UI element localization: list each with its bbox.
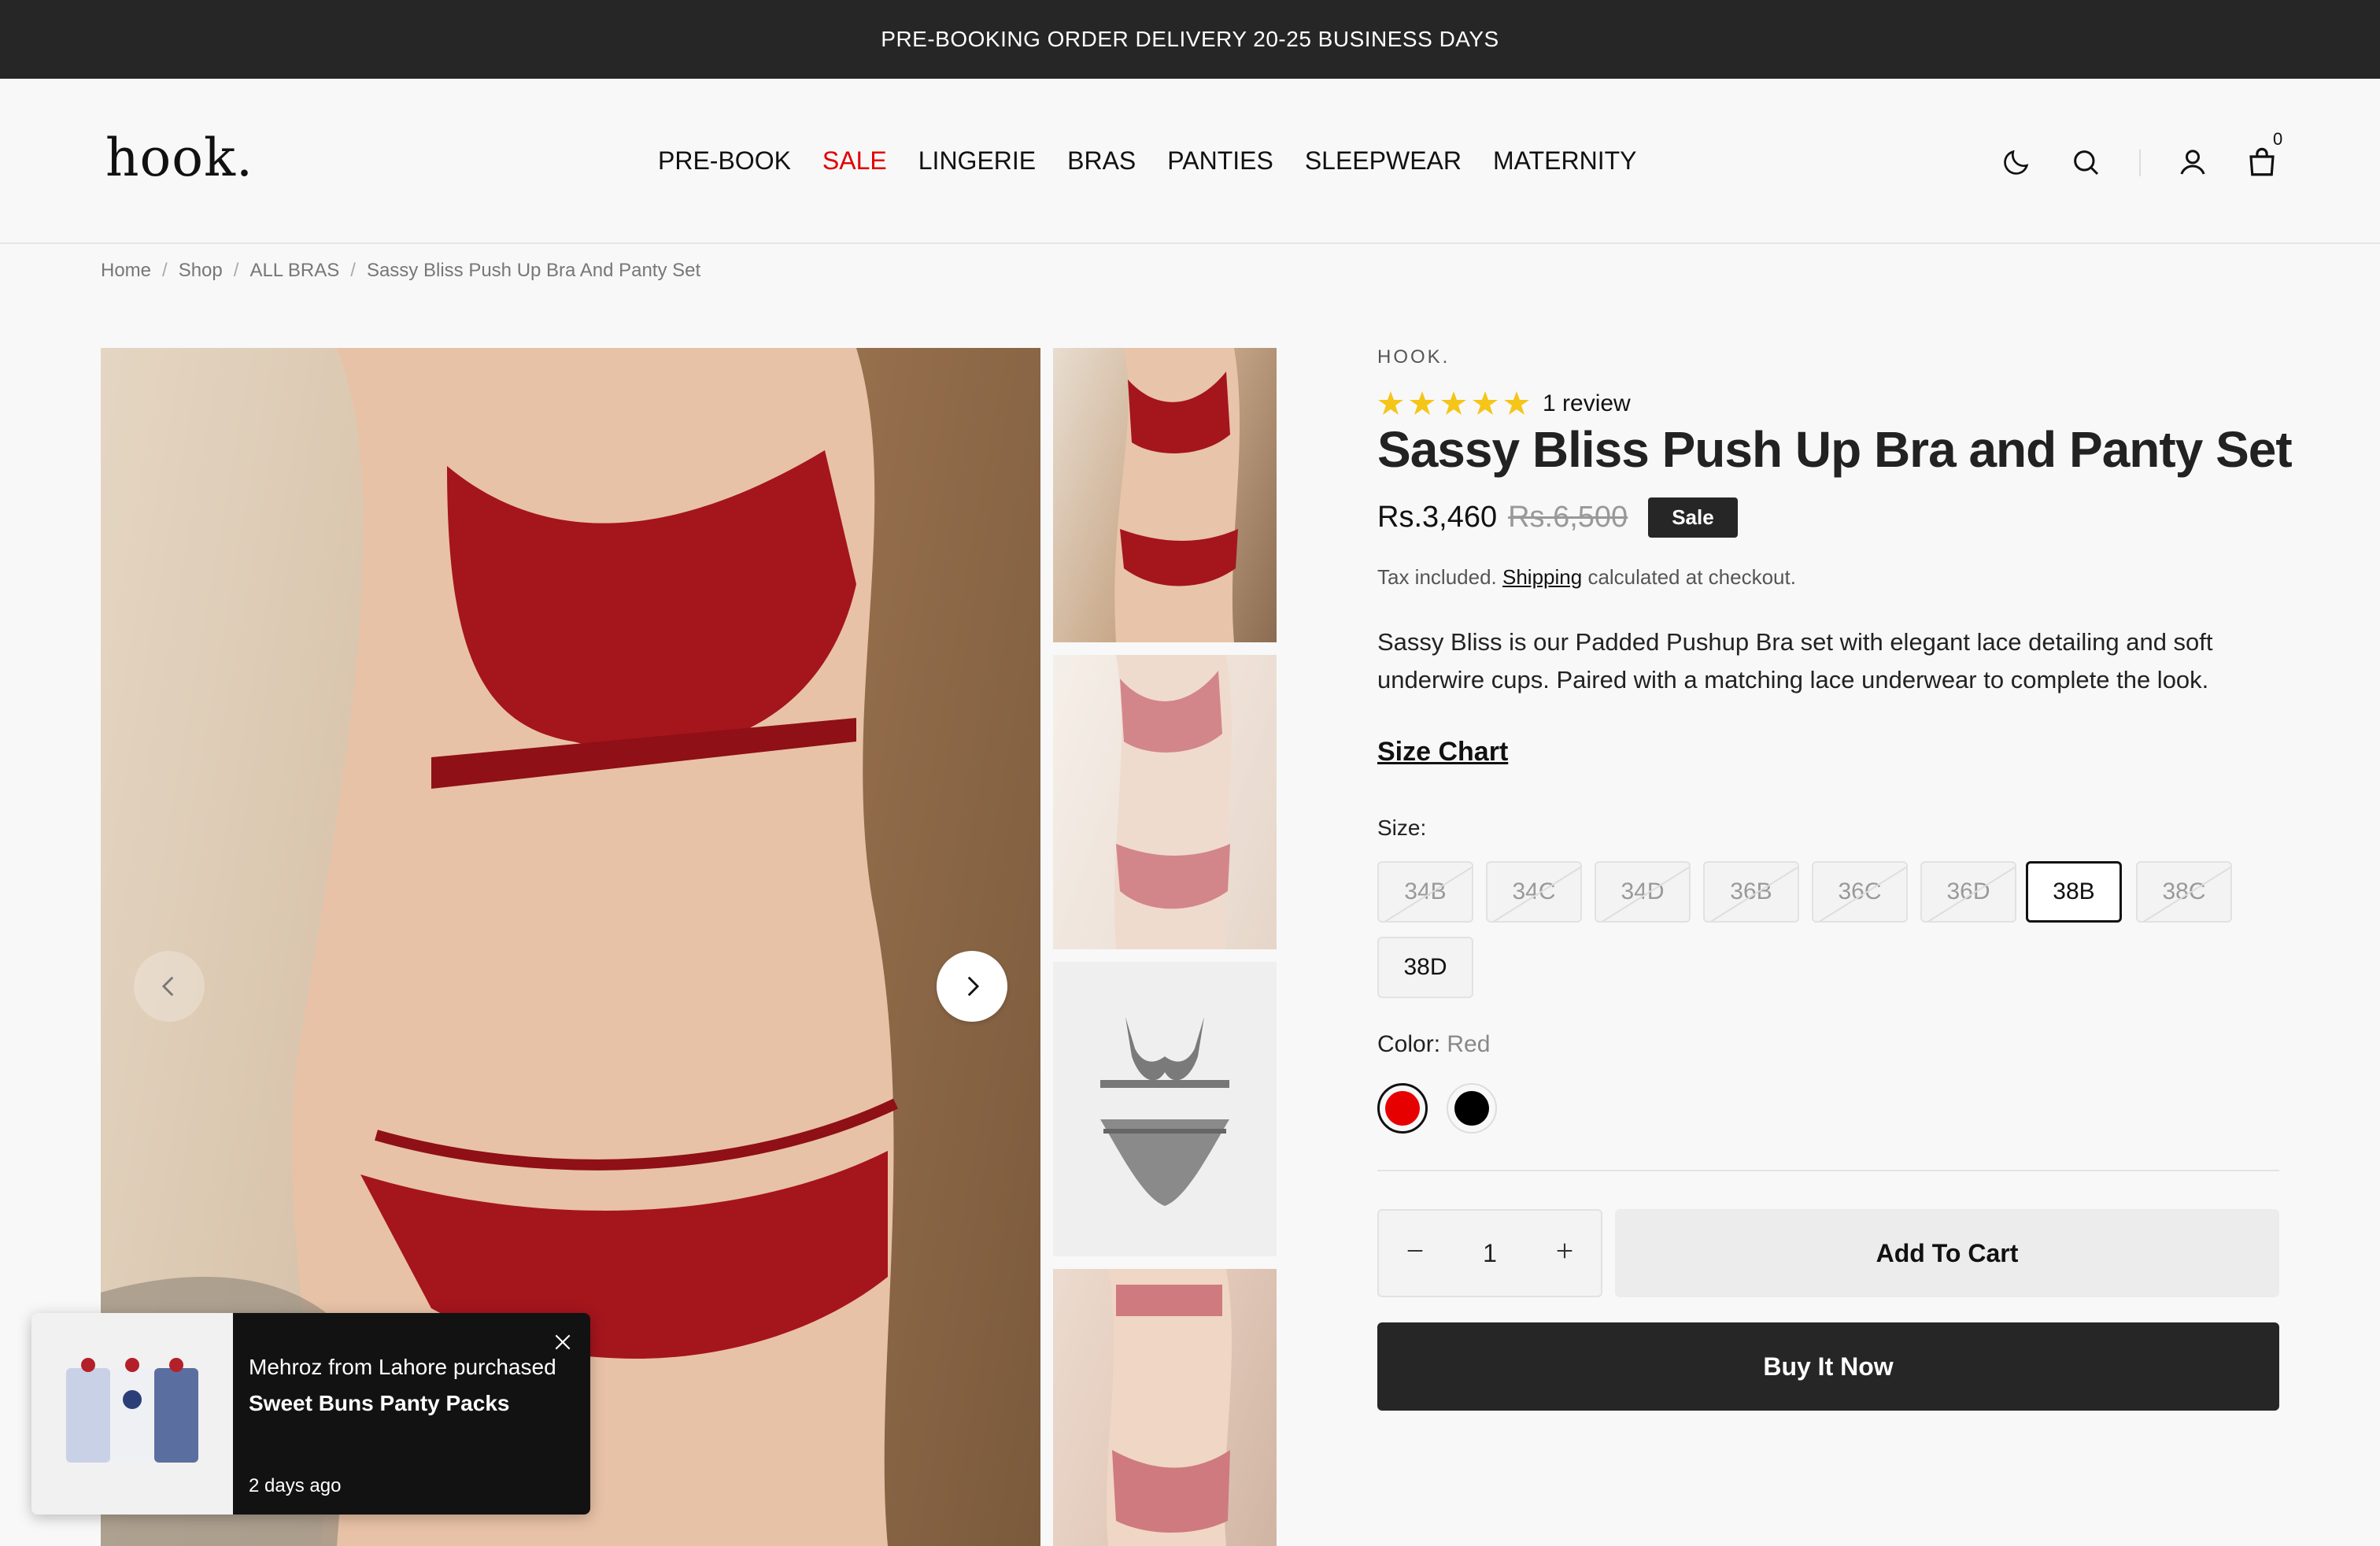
star-rating-icon (1378, 391, 1529, 415)
product-info: HOOK. 1 review Sassy Bliss Push Up Bra a… (1377, 346, 2293, 1411)
increase-qty-button[interactable] (1554, 1239, 1576, 1268)
quantity-stepper: 1 (1377, 1209, 1602, 1297)
product-rating[interactable]: 1 review (1377, 390, 1631, 417)
size-option-36d[interactable]: 36D (1920, 861, 2016, 923)
close-icon[interactable] (549, 1329, 576, 1356)
popup-line-1: Mehroz from Lahore purchased (249, 1355, 556, 1379)
thumbnail-overlay (1053, 1269, 1277, 1546)
search-icon[interactable] (2064, 140, 2108, 184)
popup-timestamp: 2 days ago (249, 1475, 342, 1496)
prev-image-button[interactable] (134, 951, 205, 1022)
decrease-qty-button[interactable] (1404, 1239, 1426, 1268)
thumbnail-3[interactable] (1053, 962, 1277, 1256)
thumbnail-2[interactable] (1053, 655, 1277, 949)
thumbnail-overlay (1053, 655, 1277, 949)
nav-prebook[interactable]: PRE-BOOK (658, 146, 791, 176)
breadcrumb-separator: / (350, 260, 356, 281)
size-label: Size: (1377, 816, 1427, 840)
size-option-36c[interactable]: 36C (1812, 861, 1908, 923)
color-label-text: Color: (1377, 1031, 1441, 1057)
size-option-34b[interactable]: 34B (1377, 861, 1473, 923)
size-option-38b[interactable]: 38B (2026, 861, 2122, 923)
breadcrumb-category[interactable]: ALL BRAS (249, 260, 339, 282)
shipping-link[interactable]: Shipping (1502, 565, 1582, 589)
size-option-34d[interactable]: 34D (1595, 861, 1691, 923)
thumbnail-photo (1114, 348, 1240, 642)
breadcrumb-home[interactable]: Home (101, 260, 151, 282)
product-flatlay-photo (1100, 1017, 1229, 1206)
popup-message: Mehroz from Lahore purchased Sweet Buns … (249, 1349, 575, 1422)
breadcrumb-current: Sassy Bliss Push Up Bra And Panty Set (366, 260, 701, 281)
tax-prefix: Tax included. (1377, 565, 1497, 589)
popup-product-name[interactable]: Sweet Buns Panty Packs (249, 1385, 575, 1422)
sale-badge: Sale (1648, 497, 1738, 538)
popup-body: Mehroz from Lahore purchased Sweet Buns … (233, 1313, 590, 1515)
compare-price: Rs.6,500 (1508, 501, 1628, 534)
account-icon[interactable] (2171, 140, 2215, 184)
size-chart-link[interactable]: Size Chart (1377, 737, 1508, 767)
price-row: Rs.3,460 Rs.6,500 Sale (1377, 497, 1738, 538)
color-label: Color: Red (1377, 1031, 1490, 1058)
breadcrumb-separator: / (233, 260, 239, 281)
buy-now-button[interactable]: Buy It Now (1377, 1322, 2279, 1411)
nav-sale[interactable]: SALE (822, 146, 887, 176)
next-image-button[interactable] (937, 951, 1007, 1022)
popup-product-image (31, 1313, 233, 1515)
add-to-cart-button[interactable]: Add To Cart (1615, 1209, 2279, 1297)
theme-moon-icon[interactable] (1994, 140, 2038, 184)
product-title: Sassy Bliss Push Up Bra and Panty Set (1377, 421, 2293, 478)
main-nav: PRE-BOOK SALE LINGERIE BRAS PANTIES SLEE… (658, 146, 1637, 176)
nav-bras[interactable]: BRAS (1067, 146, 1136, 176)
logo[interactable]: hook. (105, 128, 253, 188)
site-header: hook. PRE-BOOK SALE LINGERIE BRAS PANTIE… (0, 79, 2380, 244)
plus-icon (1557, 1243, 1572, 1258)
sale-price: Rs.3,460 (1377, 501, 1498, 534)
size-option-36b[interactable]: 36B (1703, 861, 1799, 923)
header-icons: 0 (1994, 129, 2286, 184)
review-count[interactable]: 1 review (1543, 390, 1631, 417)
tax-suffix: calculated at checkout. (1587, 565, 1796, 589)
thumbnail-4[interactable] (1053, 1269, 1277, 1546)
swatch-dot (1385, 1091, 1420, 1126)
panty-pack-photo (66, 1358, 198, 1463)
announcement-text: PRE-BOOKING ORDER DELIVERY 20-25 BUSINES… (881, 27, 1499, 51)
thumbnail-1[interactable] (1053, 348, 1277, 642)
product-vendor[interactable]: HOOK. (1377, 346, 2279, 368)
nav-sleepwear[interactable]: SLEEPWEAR (1305, 146, 1462, 176)
size-option-34c[interactable]: 34C (1486, 861, 1582, 923)
recent-purchase-popup[interactable]: Mehroz from Lahore purchased Sweet Buns … (31, 1313, 590, 1515)
size-option-38c[interactable]: 38C (2136, 861, 2232, 923)
divider (1377, 1170, 2279, 1171)
nav-lingerie[interactable]: LINGERIE (918, 146, 1036, 176)
breadcrumb-shop[interactable]: Shop (179, 260, 223, 282)
color-swatch-black[interactable] (1447, 1083, 1497, 1134)
header-divider (2139, 150, 2141, 176)
product-description: Sassy Bliss is our Padded Pushup Bra set… (1377, 628, 2213, 693)
color-value: Red (1447, 1031, 1491, 1057)
minus-icon (1407, 1249, 1423, 1252)
breadcrumb-separator: / (162, 260, 168, 281)
color-swatch-red[interactable] (1377, 1083, 1428, 1134)
tax-note: Tax included. Shipping calculated at che… (1377, 565, 1796, 590)
quantity-value[interactable]: 1 (1483, 1239, 1497, 1268)
swatch-dot (1454, 1091, 1489, 1126)
nav-panties[interactable]: PANTIES (1167, 146, 1273, 176)
announcement-bar: PRE-BOOKING ORDER DELIVERY 20-25 BUSINES… (0, 0, 2380, 79)
nav-maternity[interactable]: MATERNITY (1493, 146, 1637, 176)
breadcrumb: Home / Shop / ALL BRAS / Sassy Bliss Pus… (101, 260, 700, 282)
size-option-38d[interactable]: 38D (1377, 937, 1473, 998)
cart-count: 0 (2273, 129, 2283, 149)
